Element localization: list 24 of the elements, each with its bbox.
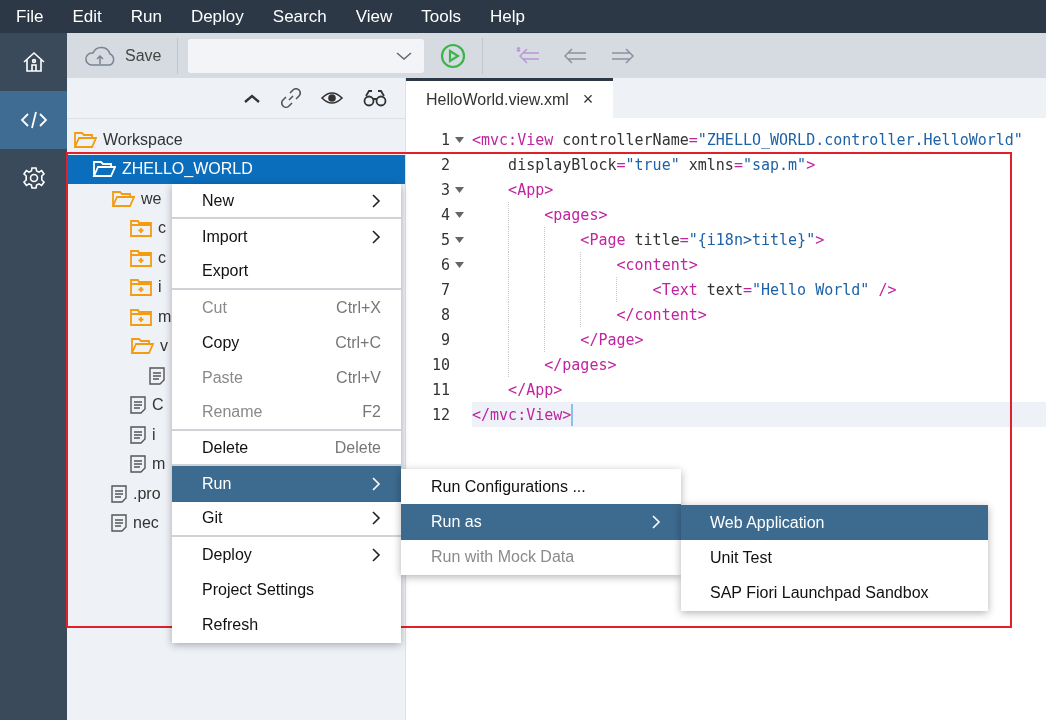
line-number: 8 xyxy=(440,305,450,324)
code-line: <content> xyxy=(615,255,698,274)
line-number: 7 xyxy=(440,280,450,299)
code-line: </content> xyxy=(615,305,707,324)
code-line: </mvc:View> xyxy=(472,405,572,424)
code-line: </pages> xyxy=(543,355,617,374)
line-number: 2 xyxy=(440,155,450,174)
code-line: <pages> xyxy=(543,205,608,224)
code-line: <Page title="{i18n>title}"> xyxy=(579,230,825,249)
code-line: </Page> xyxy=(579,330,644,349)
line-number: 10 xyxy=(431,355,450,374)
code-line: <mvc:View controllerName="ZHELLO_WORLD.controller.HelloWorld" xyxy=(472,130,1023,149)
line-number: 6 xyxy=(440,255,450,274)
line-number: 4 xyxy=(440,205,450,224)
code-line: <Text text="Hello World" /> xyxy=(651,280,897,299)
line-number: 5 xyxy=(440,230,450,249)
line-number: 9 xyxy=(440,330,450,349)
code-line: <App> xyxy=(507,180,554,199)
code-line: </App> xyxy=(507,380,563,399)
line-number: 11 xyxy=(431,380,450,399)
code-line: displayBlock="true" xmlns="sap.m"> xyxy=(507,155,816,174)
line-number: 12 xyxy=(431,405,450,424)
line-number: 3 xyxy=(440,180,450,199)
line-number: 1 xyxy=(440,130,450,149)
